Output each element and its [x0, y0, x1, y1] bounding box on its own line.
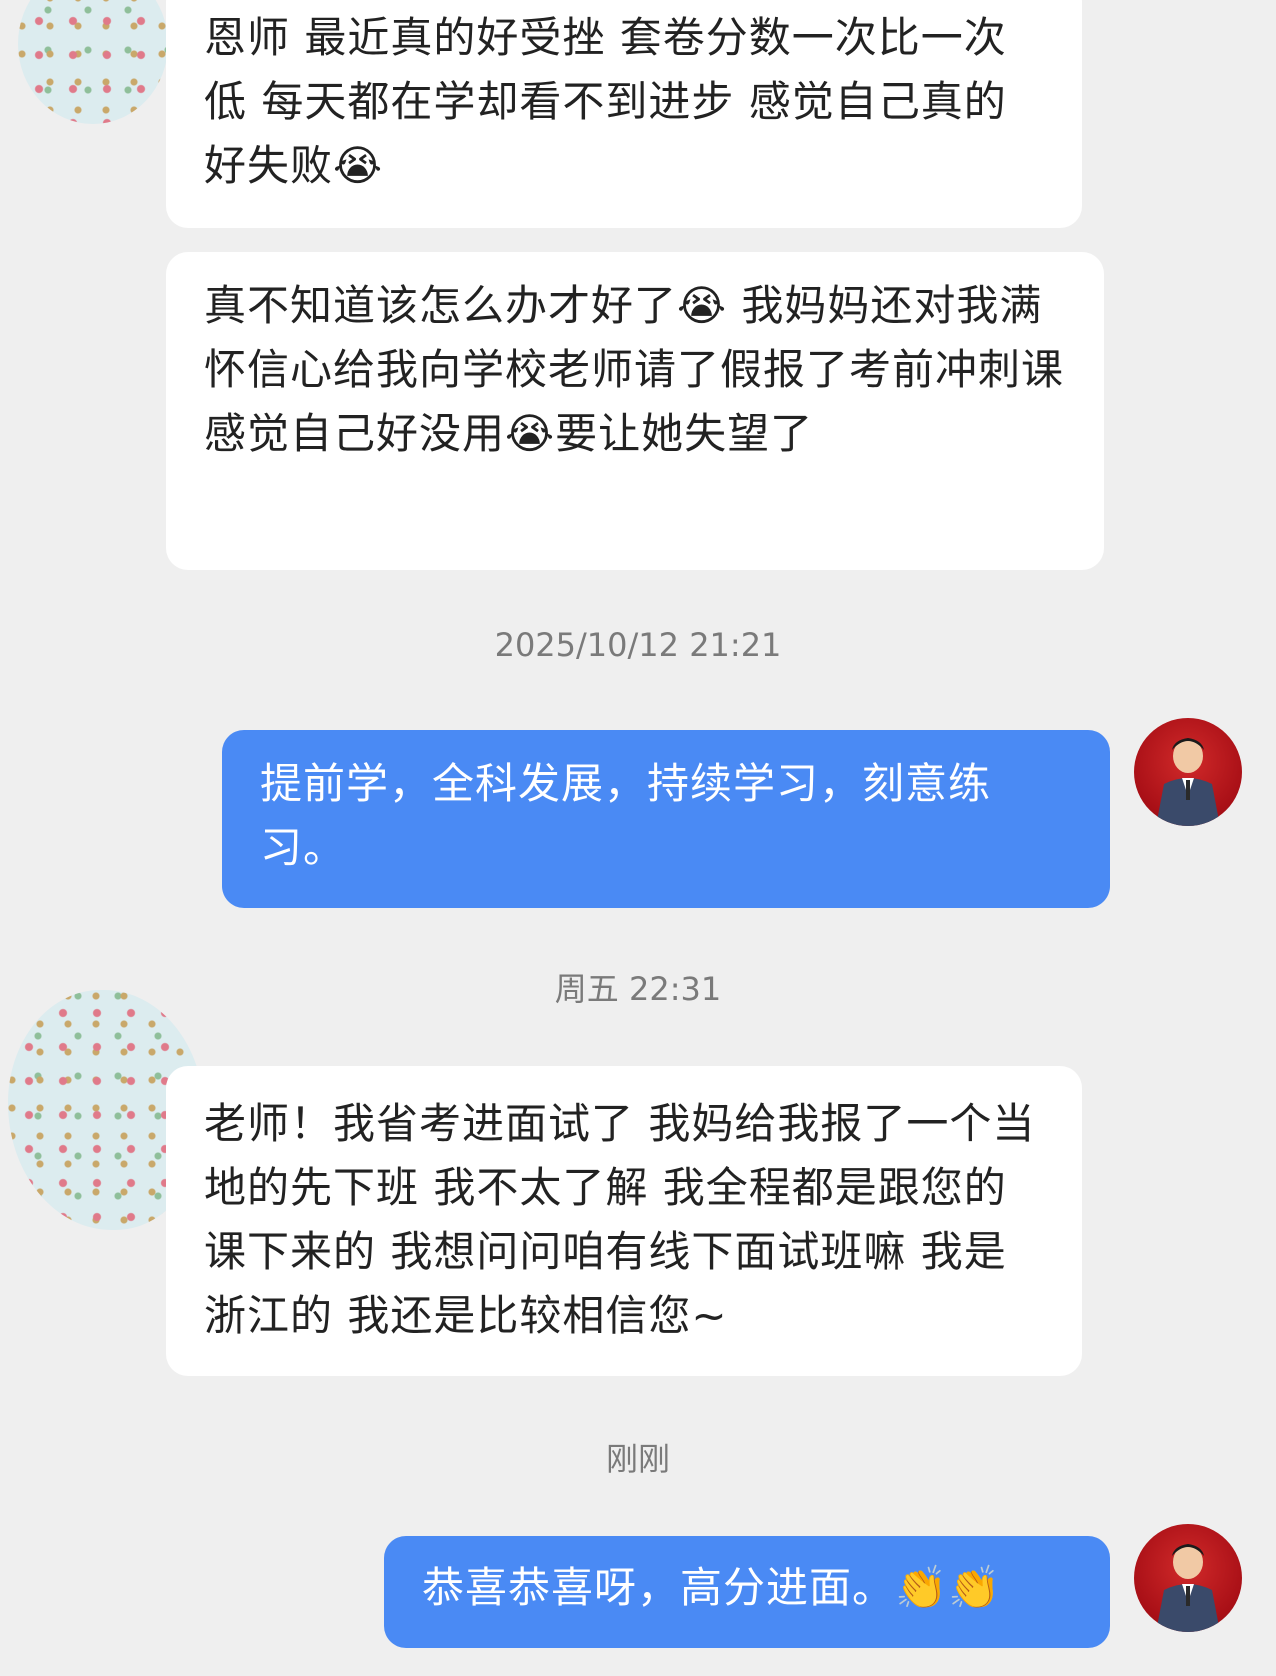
timestamp: 刚刚: [605, 1440, 670, 1478]
teacher-avatar-icon[interactable]: [1134, 1524, 1242, 1632]
teacher-avatar-icon[interactable]: [1134, 718, 1242, 826]
student-avatar-icon[interactable]: [18, 0, 168, 124]
timestamp: 2025/10/12 21:21: [494, 626, 782, 664]
message-text: 恭喜恭喜呀，高分进面。👏👏: [422, 1563, 1002, 1612]
message-text: 老师！我省考进面试了 我妈给我报了一个当地的先下班 我不太了解 我全程都是跟您的…: [204, 1099, 1036, 1340]
message-bubble-left[interactable]: 恩师 最近真的好受挫 套卷分数一次比一次低 每天都在学却看不到进步 感觉自己真的…: [166, 0, 1082, 228]
message-text: 真不知道该怎么办才好了😭 我妈妈还对我满怀信心给我向学校老师请了假报了考前冲刺课…: [204, 281, 1065, 458]
message-text: 恩师 最近真的好受挫 套卷分数一次比一次低 每天都在学却看不到进步 感觉自己真的…: [204, 13, 1007, 190]
message-bubble-left[interactable]: 老师！我省考进面试了 我妈给我报了一个当地的先下班 我不太了解 我全程都是跟您的…: [166, 1066, 1082, 1376]
message-bubble-left[interactable]: 真不知道该怎么办才好了😭 我妈妈还对我满怀信心给我向学校老师请了假报了考前冲刺课…: [166, 252, 1104, 570]
message-bubble-right[interactable]: 提前学，全科发展，持续学习，刻意练习。: [222, 730, 1110, 908]
message-text: 提前学，全科发展，持续学习，刻意练习。: [260, 759, 992, 872]
timestamp: 周五 22:31: [554, 970, 722, 1008]
message-bubble-right[interactable]: 恭喜恭喜呀，高分进面。👏👏: [384, 1536, 1110, 1648]
